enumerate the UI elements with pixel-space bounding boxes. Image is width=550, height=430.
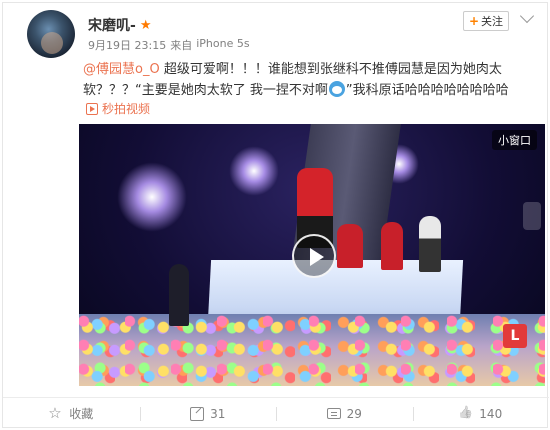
ball-pit (79, 314, 545, 386)
weibo-post-card: 宋磨叽- ★ + 关注 9月19日 23:15 来自 iPhone 5s @傅园… (2, 2, 549, 429)
video-link[interactable]: 秒拍视频 (86, 100, 150, 117)
share-button[interactable]: 31 (139, 398, 277, 429)
plus-icon: + (468, 14, 480, 28)
follow-button[interactable]: + 关注 (463, 11, 509, 31)
action-bar: 收藏 31 29 140 (3, 397, 549, 429)
author-row: 宋磨叽- ★ (88, 15, 151, 35)
like-icon (459, 407, 473, 421)
share-icon (190, 406, 205, 421)
like-button[interactable]: 140 (412, 398, 550, 429)
post-text: @傅园慧o_O 超级可爱啊！！！谁能想到张继科不推傅园慧是因为她肉太软？？？“主… (83, 59, 533, 101)
video-link-icon (86, 102, 98, 115)
star-icon (48, 404, 63, 422)
post-date[interactable]: 9月19日 23:15 (88, 37, 166, 53)
performer (337, 224, 363, 268)
post-meta: 9月19日 23:15 来自 iPhone 5s (88, 37, 250, 53)
post-source[interactable]: iPhone 5s (196, 37, 249, 53)
follow-label: 关注 (481, 15, 504, 28)
comment-button[interactable]: 29 (276, 398, 413, 429)
performer (169, 264, 189, 326)
like-count: 140 (479, 406, 503, 421)
comment-count: 29 (346, 406, 362, 421)
share-count: 31 (210, 406, 226, 421)
play-button[interactable] (292, 234, 336, 278)
stage-light (229, 146, 279, 196)
performer (419, 216, 441, 272)
mini-window-button[interactable]: 小窗口 (492, 130, 537, 150)
source-prefix: 来自 (170, 39, 193, 52)
stage-light (117, 162, 187, 232)
video-player[interactable]: 小窗口 L (79, 124, 545, 386)
performer (381, 222, 403, 270)
chevron-down-icon[interactable] (519, 8, 535, 24)
post-text-part2: ”我科原话哈哈哈哈哈哈哈哈 (345, 83, 509, 98)
mention-link[interactable]: @傅园慧o_O (83, 62, 160, 77)
comment-icon (326, 408, 341, 419)
favorite-label: 收藏 (69, 407, 94, 421)
video-link-label: 秒拍视频 (102, 102, 151, 116)
favorite-button[interactable]: 收藏 (3, 398, 140, 429)
emoji-icon (328, 81, 345, 97)
video-logo: L (503, 324, 527, 348)
vip-star-icon: ★ (139, 17, 152, 33)
play-icon (310, 248, 324, 266)
avatar[interactable] (27, 10, 75, 58)
username[interactable]: 宋磨叽- (88, 15, 136, 35)
watermark (523, 202, 541, 230)
